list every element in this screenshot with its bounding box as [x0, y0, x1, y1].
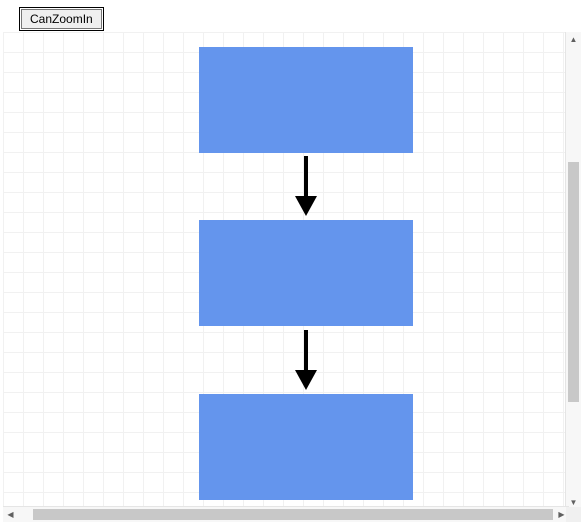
app-frame: CanZoomIn ▲ ▼ — [0, 0, 586, 530]
horizontal-scrollbar[interactable]: ◀ ▶ — [3, 506, 569, 522]
horizontal-scroll-thumb[interactable] — [33, 509, 553, 520]
scroll-left-icon[interactable]: ◀ — [3, 507, 18, 522]
diagram-node[interactable] — [199, 47, 413, 153]
arrow-down-icon — [293, 156, 319, 216]
diagram-canvas[interactable] — [3, 32, 566, 507]
vertical-scroll-thumb[interactable] — [568, 162, 579, 402]
arrow-down-icon — [293, 330, 319, 390]
diagram-node[interactable] — [199, 220, 413, 326]
can-zoom-in-button[interactable]: CanZoomIn — [21, 9, 102, 29]
diagram-node[interactable] — [199, 394, 413, 500]
vertical-scrollbar[interactable]: ▲ ▼ — [565, 32, 581, 510]
diagram-viewport: ▲ ▼ ◀ ▶ — [3, 32, 581, 522]
scrollbar-corner — [566, 507, 581, 522]
scroll-up-icon[interactable]: ▲ — [566, 32, 581, 47]
